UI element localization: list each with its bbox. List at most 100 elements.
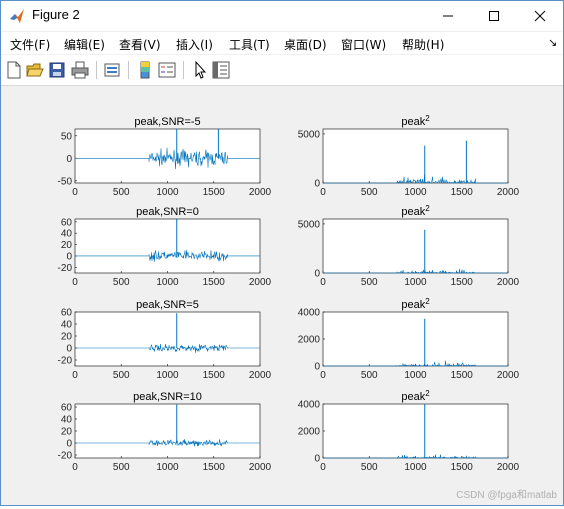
x-tick-label: 500 — [113, 277, 130, 288]
x-tick-label: 1000 — [156, 187, 179, 198]
menu-tools[interactable]: 工具(T) — [229, 36, 270, 53]
menu-desktop[interactable]: 桌面(D) — [284, 36, 327, 53]
x-tick-label: 1000 — [156, 277, 179, 288]
new-figure-icon[interactable] — [4, 60, 24, 80]
x-tick-label: 2000 — [497, 462, 520, 473]
x-tick-label: 0 — [320, 462, 326, 473]
x-tick-label: 0 — [320, 187, 326, 198]
x-tick-label: 1500 — [203, 277, 226, 288]
x-tick-label: 500 — [113, 462, 130, 473]
x-tick-label: 1500 — [451, 187, 474, 198]
x-tick-label: 1000 — [404, 187, 427, 198]
legend-icon[interactable] — [157, 60, 177, 80]
x-tick-label: 500 — [113, 187, 130, 198]
axes-box — [322, 311, 509, 367]
y-tick-label: -50 — [58, 176, 73, 187]
x-tick-label: 0 — [72, 277, 78, 288]
y-tick-label: 0 — [66, 251, 72, 262]
menu-insert[interactable]: 插入(I) — [176, 36, 213, 53]
axes-box — [322, 218, 509, 274]
y-tick-label: 60 — [61, 403, 73, 414]
subplot-7: peak,SNR=100 500 1000 1500 20006040200-20 — [58, 391, 272, 473]
subplot-4: peak2 0 500 1000 1500 2000 5000 0 — [298, 204, 520, 288]
menu-file[interactable]: 文件(F) — [10, 36, 50, 53]
x-tick-label: 1000 — [404, 277, 427, 288]
y-tick-label: 20 — [61, 332, 73, 343]
x-tick-label: 1500 — [203, 187, 226, 198]
subplot-3: peak,SNR=00 500 1000 1500 20006040200-20 — [58, 206, 272, 288]
colorbar-icon[interactable] — [135, 60, 155, 80]
y-tick-label: 0 — [66, 439, 72, 450]
menu-view[interactable]: 查看(V) — [119, 36, 161, 53]
axes-box — [74, 218, 261, 274]
x-tick-label: 0 — [72, 462, 78, 473]
x-tick-label: 1500 — [451, 370, 474, 381]
subplot-8: peak2 0 500 1000 1500 2000 4000 2000 0 — [298, 389, 520, 473]
print-icon[interactable] — [70, 60, 90, 80]
subplot-title: peak2 — [401, 297, 430, 311]
window-title: Figure 2 — [32, 7, 80, 22]
menu-window[interactable]: 窗口(W) — [341, 36, 386, 53]
y-tick-label: 4000 — [298, 400, 321, 411]
x-tick-label: 2000 — [249, 187, 272, 198]
pointer-icon[interactable] — [190, 60, 210, 80]
x-tick-label: 0 — [320, 370, 326, 381]
save-icon[interactable] — [47, 60, 67, 80]
dock-arrow-icon[interactable]: ↘ — [548, 36, 557, 49]
x-tick-label: 1500 — [451, 277, 474, 288]
x-tick-label: 2000 — [249, 370, 272, 381]
y-tick-label: 0 — [66, 344, 72, 355]
title-superscript: 2 — [425, 389, 430, 398]
axes-box — [322, 128, 509, 184]
x-tick-label: 500 — [361, 462, 378, 473]
subplot-title: peak,SNR=10 — [133, 391, 202, 403]
x-tick-label: 500 — [361, 370, 378, 381]
toolbar-separator — [96, 61, 97, 79]
link-plot-icon[interactable] — [102, 60, 122, 80]
y-tick-label: 0 — [314, 454, 320, 465]
figure-window: Figure 2 文件(F) 编辑(E) 查看(V) 插入(I) 工具(T) 桌… — [0, 0, 564, 506]
subplot-2: peak2 0 500 1000 1500 2000 5000 0 — [298, 114, 520, 198]
maximize-icon — [489, 11, 499, 21]
maximize-button[interactable] — [471, 1, 517, 31]
y-tick-label: 20 — [61, 240, 73, 251]
subplot-title: peak,SNR=0 — [136, 206, 199, 218]
x-tick-label: 500 — [113, 370, 130, 381]
close-button[interactable] — [517, 1, 563, 31]
x-tick-label: 1500 — [203, 462, 226, 473]
x-tick-label: 2000 — [497, 277, 520, 288]
menu-bar: 文件(F) 编辑(E) 查看(V) 插入(I) 工具(T) 桌面(D) 窗口(W… — [1, 32, 563, 54]
y-tick-label: 40 — [61, 320, 73, 331]
subplot-grid: peak,SNR=-50 500 1000 1500 2000500-50peak20 5… — [58, 114, 520, 473]
minimize-button[interactable] — [425, 1, 471, 31]
y-tick-label: -20 — [58, 263, 73, 274]
open-file-icon[interactable] — [25, 60, 45, 80]
menu-help[interactable]: 帮助(H) — [402, 36, 444, 53]
y-tick-label: 2000 — [298, 335, 321, 346]
axes-box — [322, 403, 509, 459]
matlab-icon — [10, 9, 24, 23]
menu-edit[interactable]: 编辑(E) — [64, 36, 105, 53]
subplot-title: peak2 — [401, 114, 430, 128]
x-tick-label: 2000 — [249, 277, 272, 288]
close-icon — [534, 10, 546, 22]
subplot-1: peak,SNR=-50 500 1000 1500 2000500-50 — [58, 116, 272, 198]
x-tick-label: 0 — [320, 277, 326, 288]
y-tick-label: 0 — [314, 179, 320, 190]
subplot-5: peak,SNR=50 500 1000 1500 20006040200-20 — [58, 299, 272, 381]
property-editor-icon[interactable] — [211, 60, 231, 80]
x-tick-label: 500 — [361, 277, 378, 288]
figure-canvas[interactable]: peak,SNR=-5 0 500 1000 1500 2000 50 0 -50 peak2 0 5… — [1, 87, 563, 505]
minimize-icon — [443, 15, 453, 17]
y-tick-label: 20 — [61, 427, 73, 438]
toolbar-separator — [128, 61, 129, 79]
axes-box — [74, 403, 261, 459]
y-tick-label: 4000 — [298, 308, 321, 319]
subplot-title: peak2 — [401, 389, 430, 403]
y-tick-label: -20 — [58, 356, 73, 367]
title-bar[interactable]: Figure 2 — [1, 1, 563, 31]
x-tick-label: 2000 — [497, 187, 520, 198]
x-tick-label: 1500 — [451, 462, 474, 473]
x-tick-label: 1500 — [203, 370, 226, 381]
y-tick-label: 0 — [314, 362, 320, 373]
